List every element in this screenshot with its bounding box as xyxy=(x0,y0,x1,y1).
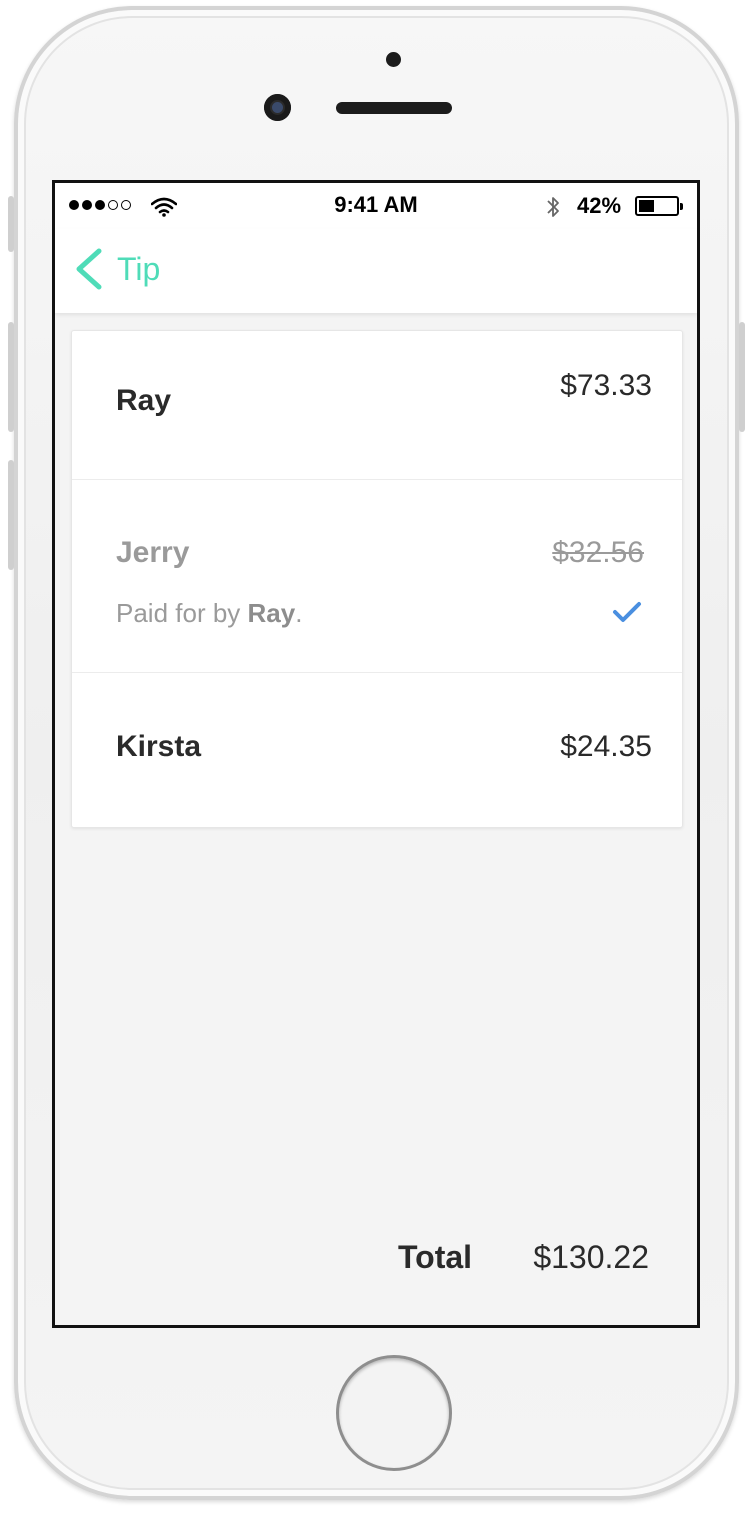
power-button xyxy=(739,322,745,432)
mute-switch xyxy=(8,196,14,252)
app-screen: 9:41 AM 42% Tip Ray $73.33 Jerry $32.56 … xyxy=(52,180,700,1328)
person-amount: $32.56 xyxy=(552,536,644,569)
person-amount: $73.33 xyxy=(560,369,652,402)
total-value: $130.22 xyxy=(533,1239,649,1275)
list-item-ray[interactable]: Ray $73.33 xyxy=(72,331,682,479)
home-button[interactable] xyxy=(336,1355,452,1471)
paid-by-suffix: . xyxy=(295,598,303,628)
list-item-jerry[interactable]: Jerry $32.56 Paid for by Ray. xyxy=(72,479,682,673)
list-item-kirsta[interactable]: Kirsta $24.35 xyxy=(72,672,682,828)
checkmark-icon xyxy=(613,602,641,622)
bluetooth-icon xyxy=(547,197,559,217)
person-name: Kirsta xyxy=(116,730,202,763)
person-name: Ray xyxy=(116,384,172,417)
volume-up-button xyxy=(8,322,14,432)
back-label: Tip xyxy=(117,250,161,287)
navigation-bar: Tip xyxy=(55,229,697,313)
proximity-sensor xyxy=(386,52,401,67)
status-bar: 9:41 AM 42% xyxy=(55,183,697,229)
paid-by-note: Paid for by Ray. xyxy=(116,598,302,629)
volume-down-button xyxy=(8,460,14,570)
total-label: Total xyxy=(398,1239,473,1275)
chevron-left-icon xyxy=(76,248,102,290)
split-list-card: Ray $73.33 Jerry $32.56 Paid for by Ray.… xyxy=(71,330,683,828)
person-amount: $24.35 xyxy=(560,730,652,763)
battery-icon xyxy=(635,196,683,216)
front-camera xyxy=(264,94,291,121)
battery-percent: 42% xyxy=(577,193,622,218)
earpiece-speaker xyxy=(336,102,452,114)
paid-by-prefix: Paid for by xyxy=(116,598,248,628)
paid-by-name: Ray xyxy=(247,598,296,628)
back-button[interactable]: Tip xyxy=(69,247,160,291)
person-name: Jerry xyxy=(116,536,190,569)
